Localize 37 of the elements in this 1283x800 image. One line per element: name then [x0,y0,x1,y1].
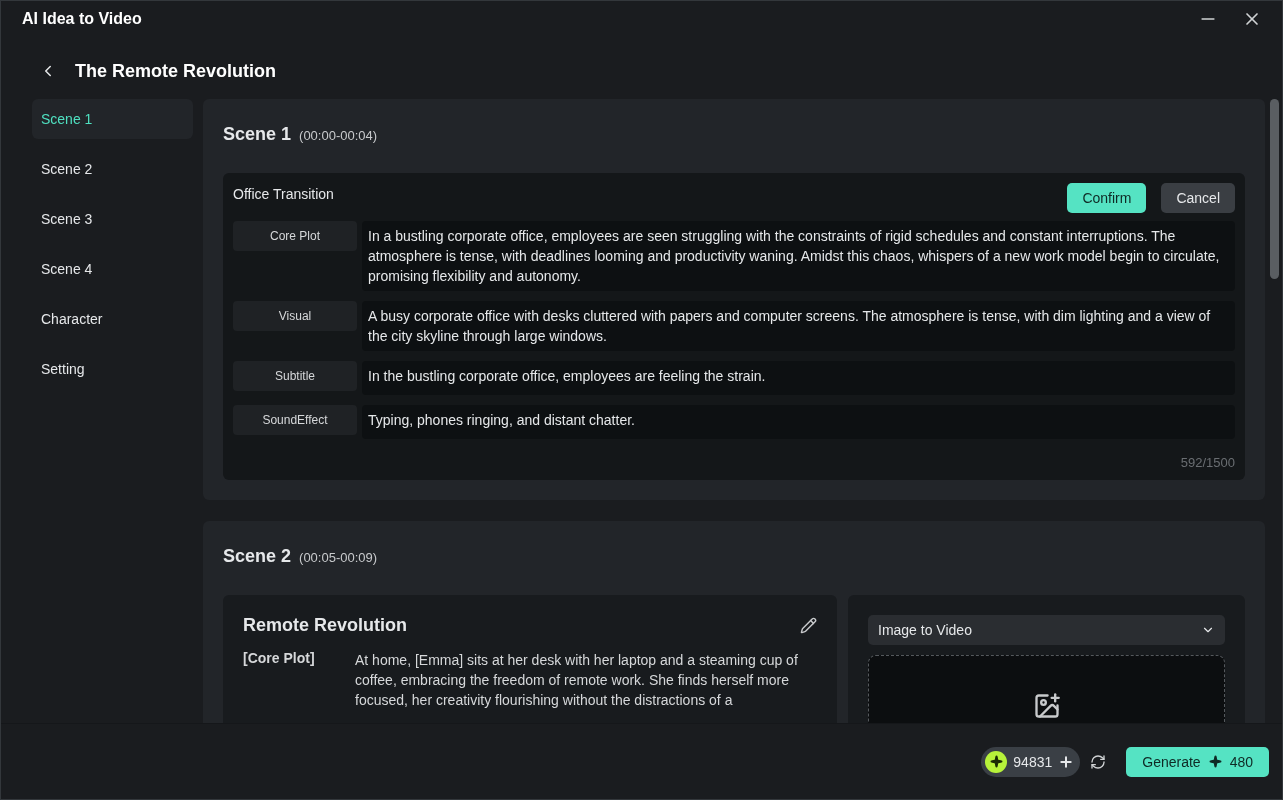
edit-icon[interactable] [800,617,817,634]
field-label: Core Plot [233,221,357,251]
text-field[interactable]: In the bustling corporate office, employees are feeling the strain. [362,361,1235,395]
credit-icon [1208,755,1222,768]
field-label: Subtitle [233,361,357,391]
cancel-button[interactable]: Cancel [1161,183,1235,213]
refresh-icon[interactable] [1090,753,1107,770]
sidebar-item[interactable]: Scene 4 [32,249,193,289]
scene-time: (00:00-00:04) [299,128,378,143]
field-label: Visual [233,301,357,331]
scene-time: (00:05-00:09) [299,550,378,565]
summary-text: At home, [Emma] sits at her desk with her laptop and a steaming cup of coffee, embracing the freedom of remote work. She finds herself more focused, her creativity flourishing without the distractions of a [355,651,799,710]
sidebar-item[interactable]: Scene 3 [32,199,193,239]
generate-button[interactable]: Generate 480 [1126,746,1269,777]
sidebar-item[interactable]: Character [32,299,193,339]
summary-label: [Core Plot] [243,650,316,668]
summary-title: Remote Revolution [243,615,407,636]
sidebar-item[interactable]: Scene 1 [32,99,193,139]
sidebar-item[interactable]: Scene 2 [32,149,193,189]
character-counter: 592/1500 [1180,455,1235,470]
text-field[interactable]: In a bustling corporate office, employees are seen struggling with the constraints of rigid schedules and constant interruptions. The atmosphere is tense, with deadlines looming and productivity waning. Amidst this chaos, whispers of a new work model begin to circulate, promising flexibility and autonomy. [362,221,1235,291]
scene-title: Scene 1 [223,124,292,145]
editor-title: Office Transition [233,186,334,202]
window-title: AI Idea to Video [22,10,143,28]
credit-icon [985,750,1008,773]
text-field[interactable]: A busy corporate office with desks cluttered with papers and computer screens. The atmosphere is tense, with dim lighting and a view of the city skyline through large windows. [362,301,1235,351]
credits-pill[interactable]: 94831 [981,746,1081,777]
scrollbar-thumb[interactable] [1270,99,1279,279]
field-label: SoundEffect [233,405,357,435]
mode-dropdown[interactable]: Image to Video [868,615,1225,645]
credits-count: 94831 [1013,753,1053,770]
image-icon [1032,692,1061,720]
confirm-button[interactable]: Confirm [1067,183,1147,213]
scene-title: Scene 2 [223,546,292,567]
text-field[interactable]: Typing, phones ringing, and distant chatter. [362,405,1235,439]
page-title: The Remote Revolution [75,60,276,82]
sidebar-item[interactable]: Setting [32,349,193,389]
